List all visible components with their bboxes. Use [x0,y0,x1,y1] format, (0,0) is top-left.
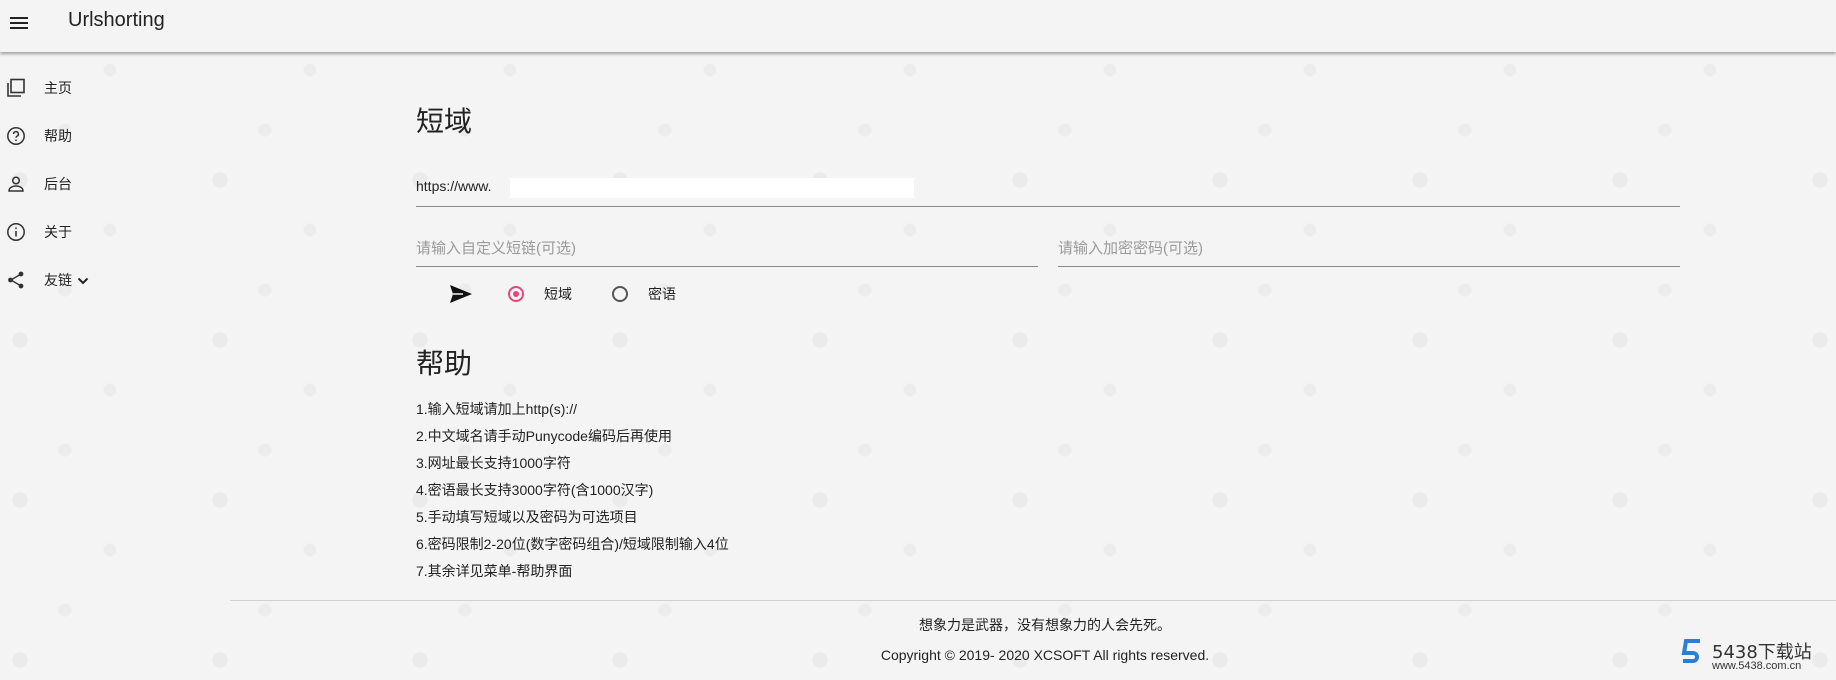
password-input[interactable] [1058,234,1680,262]
custom-shortlink-field[interactable] [416,234,1038,267]
sidebar-item-label: 后台 [44,177,72,193]
sidebar-item-about[interactable]: 关于 [0,208,200,256]
sidebar-item-label: 帮助 [44,129,72,145]
help-item: 3.网址最长支持1000字符 [416,455,571,471]
chevron-down-icon[interactable] [76,273,90,287]
footer-motto: 想象力是武器，没有想象力的人会先死。 [919,618,1171,634]
radio-mode-short[interactable] [508,286,524,302]
help-item: 6.密码限制2-20位(数字密码组合)/短域限制输入4位 [416,536,729,552]
info-icon [6,222,26,242]
background-pattern [0,0,1836,680]
help-item: 7.其余详见菜单-帮助界面 [416,563,573,579]
site-watermark: 5438下载站 www.5438.com.cn [1680,636,1836,676]
app-bar: Urlshorting [0,0,1836,52]
url-input[interactable]: https://www. [416,172,1680,207]
footer: 想象力是武器，没有想象力的人会先死。 Copyright © 2019- 202… [230,600,1836,663]
footer-copyright: Copyright © 2019- 2020 XCSOFT All rights… [880,647,1210,663]
password-field[interactable] [1058,234,1680,267]
help-item: 2.中文域名请手动Punycode编码后再使用 [416,428,672,444]
help-title: 帮助 [416,347,473,380]
help-item: 1.输入短域请加上http(s):// [416,401,578,417]
sidebar-item-help[interactable]: 帮助 [0,112,200,160]
help-list: 1.输入短域请加上http(s):// 2.中文域名请手动Punycode编码后… [416,396,729,585]
sidebar-item-label: 主页 [44,81,72,97]
sidebar-item-label: 友链 [44,273,72,289]
watermark-logo-icon [1681,639,1700,663]
url-input-value: https://www. [416,178,492,194]
help-circle-icon [6,126,26,146]
shorten-title: 短域 [416,105,473,138]
sidebar: 主页 帮助 后台 关于 友链 [0,64,200,304]
sidebar-item-home[interactable]: 主页 [0,64,200,112]
app-title: Urlshorting [68,9,165,31]
sidebar-item-admin[interactable]: 后台 [0,160,200,208]
radio-label-short: 短域 [544,287,572,303]
copy-pages-icon [6,78,26,98]
sidebar-item-label: 关于 [44,225,72,241]
send-icon[interactable] [448,282,474,306]
watermark-url: www.5438.com.cn [1712,660,1802,672]
radio-mode-secret[interactable] [612,286,628,302]
hamburger-icon[interactable] [10,14,32,34]
share-icon [6,270,26,290]
radio-label-secret: 密语 [648,287,676,303]
person-icon [6,174,26,194]
action-row: 短域 密语 [416,278,1016,310]
sidebar-item-links[interactable]: 友链 [0,256,200,304]
custom-shortlink-input[interactable] [416,234,1038,262]
help-item: 5.手动填写短域以及密码为可选项目 [416,509,638,525]
url-redacted-block [510,178,914,198]
help-item: 4.密语最长支持3000字符(含1000汉字) [416,482,654,498]
